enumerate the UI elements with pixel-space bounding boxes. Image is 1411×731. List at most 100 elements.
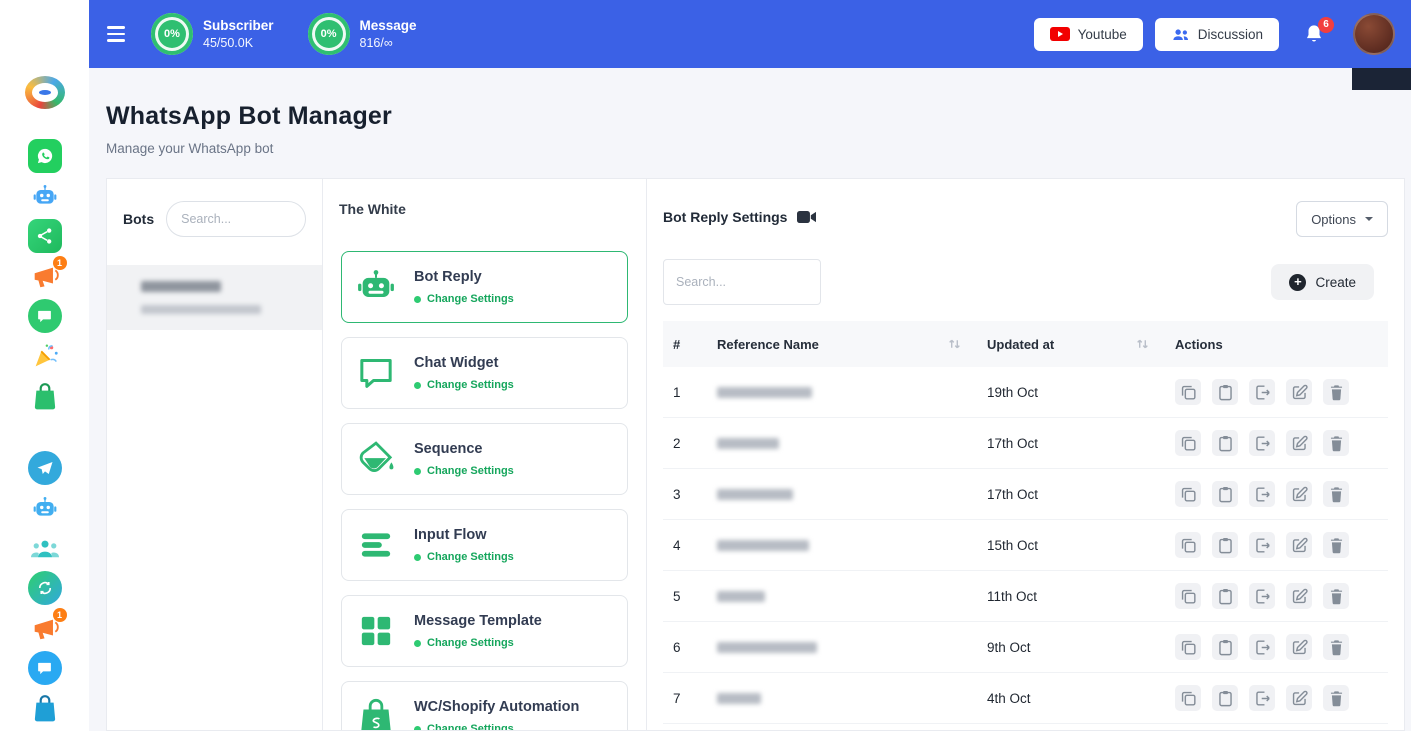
duplicate-icon[interactable] (1175, 481, 1201, 507)
notifications-bell-icon[interactable]: 6 (1303, 23, 1325, 46)
edit-icon[interactable] (1286, 481, 1312, 507)
edit-icon[interactable] (1286, 532, 1312, 558)
sort-reference-name-icon[interactable] (948, 338, 961, 350)
celebration-icon[interactable] (28, 339, 62, 373)
trash-icon[interactable] (1323, 379, 1349, 405)
row-actions (1165, 379, 1388, 405)
edit-icon[interactable] (1286, 430, 1312, 456)
telegram-icon[interactable] (28, 451, 62, 485)
table-row: 415th Oct (663, 520, 1388, 571)
duplicate-icon[interactable] (1175, 532, 1201, 558)
table-row: 6 9th Oct (663, 622, 1388, 673)
change-settings-link[interactable]: Change Settings (414, 293, 514, 305)
column-updated-at[interactable]: Updated at (987, 337, 1054, 352)
trash-icon[interactable] (1323, 685, 1349, 711)
export-icon[interactable] (1249, 379, 1275, 405)
trash-icon[interactable] (1323, 634, 1349, 660)
module-card[interactable]: Chat WidgetChange Settings (341, 337, 628, 409)
user-avatar[interactable] (1353, 13, 1395, 55)
trash-icon[interactable] (1323, 430, 1349, 456)
telegram-bot-icon[interactable] (28, 491, 62, 525)
copy-icon[interactable] (1212, 685, 1238, 711)
reference-name-redacted (717, 489, 793, 500)
app-logo-icon[interactable] (25, 76, 65, 109)
reference-name-redacted (717, 642, 817, 653)
duplicate-icon[interactable] (1175, 685, 1201, 711)
status-dot (414, 296, 421, 303)
change-settings-link[interactable]: Change Settings (414, 465, 514, 477)
youtube-button[interactable]: Youtube (1034, 18, 1143, 51)
export-icon[interactable] (1249, 532, 1275, 558)
edit-icon[interactable] (1286, 379, 1312, 405)
change-settings-link[interactable]: Change Settings (414, 379, 514, 391)
duplicate-icon[interactable] (1175, 379, 1201, 405)
announcement-icon[interactable]: 1 (28, 259, 62, 293)
chat-green-icon[interactable] (28, 299, 62, 333)
table-row: 74th Oct (663, 673, 1388, 724)
column-reference-name[interactable]: Reference Name (717, 337, 819, 352)
table-search-input[interactable] (663, 259, 821, 305)
copy-icon[interactable] (1212, 634, 1238, 660)
module-card[interactable]: SequenceChange Settings (341, 423, 628, 495)
whatsapp-sync-icon[interactable] (28, 571, 62, 605)
table-row: 217th Oct (663, 418, 1388, 469)
whatsapp-icon[interactable] (28, 139, 62, 173)
change-settings-link[interactable]: Change Settings (414, 637, 542, 649)
reference-name-redacted (717, 540, 809, 551)
change-settings-link[interactable]: Change Settings (414, 723, 579, 730)
youtube-button-label: Youtube (1078, 27, 1127, 42)
discussion-button[interactable]: Discussion (1155, 18, 1279, 51)
copy-icon[interactable] (1212, 481, 1238, 507)
bots-search-input[interactable] (166, 201, 306, 237)
module-card[interactable]: WC/Shopify Automation Change Settings (341, 681, 628, 730)
module-card[interactable]: Message Template Change Settings (341, 595, 628, 667)
menu-toggle-icon[interactable] (107, 26, 125, 41)
create-button[interactable]: + Create (1271, 264, 1374, 300)
row-number: 3 (663, 487, 707, 502)
module-card[interactable]: Bot ReplyChange Settings (341, 251, 628, 323)
shop-bag-blue-icon[interactable] (28, 691, 62, 725)
copy-icon[interactable] (1212, 532, 1238, 558)
announcement-2-icon[interactable]: 1 (28, 611, 62, 645)
export-icon[interactable] (1249, 583, 1275, 609)
bot-reply-table: # Reference Name Updated at Actions 119t… (663, 321, 1388, 730)
edit-icon[interactable] (1286, 634, 1312, 660)
plus-icon: + (1289, 274, 1306, 291)
change-settings-link[interactable]: Change Settings (414, 551, 514, 563)
module-title: WC/Shopify Automation (414, 699, 579, 715)
trash-icon[interactable] (1323, 583, 1349, 609)
whatsapp-flow-icon[interactable] (28, 219, 62, 253)
duplicate-icon[interactable] (1175, 583, 1201, 609)
discussion-button-label: Discussion (1198, 27, 1263, 42)
reference-name-redacted (717, 387, 812, 398)
shop-bag-green-icon[interactable] (28, 379, 62, 413)
module-title: Message Template (414, 613, 542, 629)
export-icon[interactable] (1249, 685, 1275, 711)
copy-icon[interactable] (1212, 430, 1238, 456)
updated-at: 9th Oct (977, 640, 1165, 655)
trash-icon[interactable] (1323, 532, 1349, 558)
chat-blue-icon[interactable] (28, 651, 62, 685)
sort-updated-at-icon[interactable] (1136, 338, 1149, 350)
export-icon[interactable] (1249, 634, 1275, 660)
copy-icon[interactable] (1212, 583, 1238, 609)
settings-panel: Bot Reply Settings Options + Create # (647, 179, 1404, 730)
export-icon[interactable] (1249, 430, 1275, 456)
edit-icon[interactable] (1286, 685, 1312, 711)
bot-list-item[interactable] (107, 265, 322, 330)
team-icon[interactable] (28, 531, 62, 565)
options-button[interactable]: Options (1296, 201, 1388, 237)
edit-icon[interactable] (1286, 583, 1312, 609)
export-icon[interactable] (1249, 481, 1275, 507)
duplicate-icon[interactable] (1175, 430, 1201, 456)
row-number: 6 (663, 640, 707, 655)
duplicate-icon[interactable] (1175, 634, 1201, 660)
page-subtitle: Manage your WhatsApp bot (106, 141, 1405, 156)
module-card[interactable]: Input FlowChange Settings (341, 509, 628, 581)
copy-icon[interactable] (1212, 379, 1238, 405)
row-number: 5 (663, 589, 707, 604)
messenger-bot-icon[interactable] (28, 179, 62, 213)
chat-icon (356, 353, 396, 393)
video-tutorial-icon[interactable] (797, 210, 816, 224)
trash-icon[interactable] (1323, 481, 1349, 507)
